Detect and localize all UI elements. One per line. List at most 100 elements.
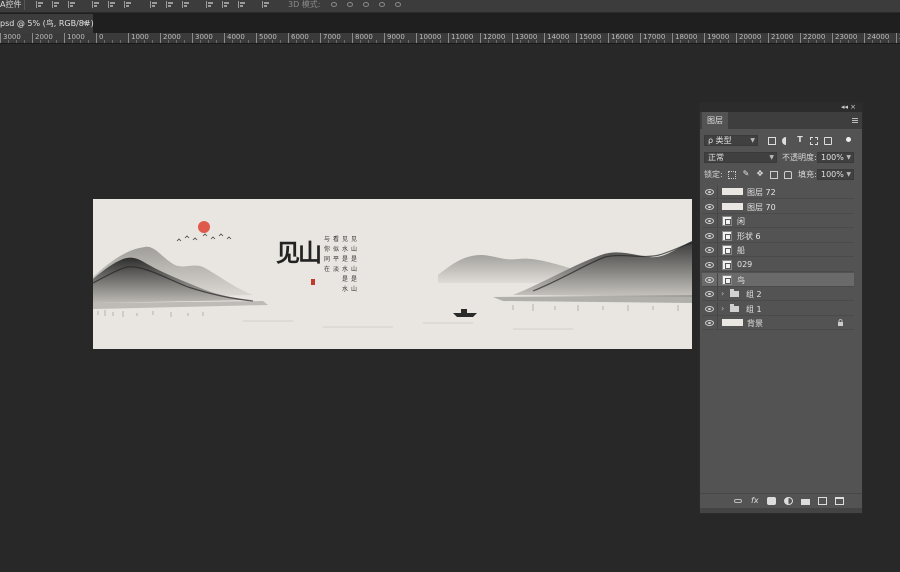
fx-icon[interactable]: fx bbox=[751, 496, 759, 506]
new-group-icon[interactable] bbox=[801, 499, 810, 505]
close-panel-icon[interactable]: × bbox=[850, 103, 856, 111]
opacity-field[interactable]: 100% ▼ bbox=[817, 152, 854, 163]
close-tab-icon[interactable]: × bbox=[81, 18, 88, 27]
ruler-minor-tick bbox=[848, 40, 849, 43]
adjustment-filter-icon[interactable] bbox=[782, 137, 790, 145]
visibility-eye-icon[interactable] bbox=[705, 320, 714, 327]
distribute-right-icon[interactable] bbox=[238, 1, 246, 8]
align-left-icon[interactable] bbox=[92, 1, 100, 8]
ruler-minor-tick bbox=[632, 40, 633, 43]
distribute-top-icon[interactable] bbox=[150, 1, 158, 8]
ruler-minor-tick bbox=[488, 40, 489, 43]
lock-icon bbox=[837, 319, 844, 327]
slide-3d-icon[interactable] bbox=[378, 1, 386, 8]
ruler-minor-tick bbox=[144, 40, 145, 43]
filter-kind-dropdown[interactable]: ρ 类型 ▼ bbox=[704, 135, 758, 146]
chevron-down-icon: ▼ bbox=[846, 171, 851, 178]
blend-row: 正常 ▼ 不透明度: 100% ▼ bbox=[700, 151, 862, 164]
add-mask-icon[interactable] bbox=[767, 497, 776, 505]
distribute-bottom-icon[interactable] bbox=[182, 1, 190, 8]
ruler-label: 3000 bbox=[3, 33, 21, 41]
filter-toggle-icon[interactable] bbox=[846, 137, 851, 142]
ruler-minor-tick bbox=[600, 40, 601, 43]
ruler-minor-tick bbox=[872, 40, 873, 43]
layer-row[interactable]: › 组 1 bbox=[702, 301, 854, 316]
collapse-panel-icon[interactable]: ◂◂ bbox=[841, 103, 848, 111]
ruler-minor-tick bbox=[344, 40, 345, 43]
ruler-minor-tick bbox=[624, 40, 625, 43]
lock-position-icon[interactable]: ✥ bbox=[756, 170, 764, 178]
visibility-eye-icon[interactable] bbox=[705, 189, 714, 195]
document-tab[interactable]: psd @ 5% (鸟, RGB/8#) × bbox=[0, 14, 94, 33]
ruler-minor-tick bbox=[712, 40, 713, 43]
document-canvas[interactable]: 见山 见山是山是山见水是水是水看似平淡与你同在 bbox=[93, 199, 692, 349]
link-layers-icon[interactable] bbox=[734, 499, 742, 503]
lock-transparent-icon[interactable] bbox=[728, 171, 736, 179]
scale-3d-icon[interactable] bbox=[394, 1, 402, 8]
auto-align-icon[interactable] bbox=[262, 1, 270, 8]
layer-row[interactable]: 029 bbox=[702, 258, 854, 272]
type-filter-icon[interactable]: T bbox=[796, 136, 804, 144]
distribute-vcenter-icon[interactable] bbox=[166, 1, 174, 8]
birds bbox=[176, 233, 232, 242]
lock-all-icon[interactable] bbox=[784, 171, 792, 179]
ruler-label: 3000 bbox=[195, 33, 213, 41]
folder-icon bbox=[730, 303, 739, 312]
layer-row[interactable]: 图层 72 bbox=[702, 185, 854, 199]
lock-image-icon[interactable]: ✎ bbox=[742, 170, 750, 178]
layer-row[interactable]: 船 bbox=[702, 243, 854, 258]
distribute-hcenter-icon[interactable] bbox=[222, 1, 230, 8]
layer-name: 船 bbox=[737, 246, 745, 256]
layer-row[interactable]: › 组 2 bbox=[702, 287, 854, 302]
poem-character: 你 bbox=[324, 245, 330, 253]
ruler-minor-tick bbox=[496, 40, 497, 43]
align-top-icon[interactable] bbox=[36, 1, 44, 8]
lock-artboard-icon[interactable] bbox=[770, 171, 778, 179]
ruler-label: 23000 bbox=[835, 33, 858, 41]
blend-mode-dropdown[interactable]: 正常 ▼ bbox=[704, 152, 777, 163]
fill-field[interactable]: 100% ▼ bbox=[817, 169, 854, 180]
grass-left bbox=[97, 310, 204, 317]
layer-row[interactable]: 形状 6 bbox=[702, 228, 854, 243]
new-adjustment-icon[interactable] bbox=[784, 497, 793, 505]
expand-chevron-icon[interactable]: › bbox=[721, 289, 724, 298]
layer-row[interactable]: 闲 bbox=[702, 214, 854, 229]
drag-3d-icon[interactable] bbox=[362, 1, 370, 8]
pixel-filter-icon[interactable] bbox=[768, 137, 776, 145]
ruler-minor-tick bbox=[336, 40, 337, 43]
ruler-minor-tick bbox=[304, 40, 305, 43]
roll-3d-icon[interactable] bbox=[346, 1, 354, 8]
align-hcenter-icon[interactable] bbox=[108, 1, 116, 8]
smart-object-filter-icon[interactable] bbox=[824, 137, 832, 145]
ruler-tick: 1000 bbox=[64, 33, 85, 43]
align-right-icon[interactable] bbox=[124, 1, 132, 8]
expand-chevron-icon[interactable]: › bbox=[721, 304, 724, 313]
visibility-eye-icon[interactable] bbox=[705, 218, 714, 225]
tab-layers[interactable]: 图层 bbox=[702, 112, 728, 129]
visibility-eye-icon[interactable] bbox=[705, 232, 714, 239]
rotate-3d-icon[interactable] bbox=[330, 1, 338, 8]
layer-row[interactable]: 鸟 bbox=[702, 272, 854, 287]
divider bbox=[717, 228, 718, 243]
visibility-eye-icon[interactable] bbox=[705, 305, 714, 312]
visibility-eye-icon[interactable] bbox=[705, 276, 714, 283]
lock-label: 锁定: bbox=[704, 170, 723, 179]
visibility-eye-icon[interactable] bbox=[705, 262, 714, 268]
shape-filter-icon[interactable] bbox=[810, 137, 818, 145]
new-layer-icon[interactable] bbox=[818, 497, 827, 505]
ruler-tick: 24000 bbox=[864, 33, 889, 43]
horizontal-ruler[interactable]: 3000 2000 1000 0 1000 2000 3000 4000 5000 6000 700… bbox=[0, 33, 900, 44]
layer-name: 鸟 bbox=[737, 275, 745, 285]
distribute-left-icon[interactable] bbox=[206, 1, 214, 8]
align-bottom-icon[interactable] bbox=[68, 1, 76, 8]
layer-row[interactable]: 背景 bbox=[702, 316, 854, 331]
delete-layer-icon[interactable] bbox=[835, 497, 844, 505]
layers-panel: ◂◂ × 图层 ρ 类型 ▼ T 正常 ▼ 不透明度: 100% ▼ 锁定: ✎ ✥ bbox=[699, 102, 863, 514]
align-vcenter-icon[interactable] bbox=[52, 1, 60, 8]
panel-menu-icon[interactable] bbox=[852, 118, 858, 123]
ruler-tick: 17000 bbox=[640, 33, 665, 43]
visibility-eye-icon[interactable] bbox=[705, 247, 714, 254]
visibility-eye-icon[interactable] bbox=[705, 203, 714, 210]
layer-row[interactable]: 图层 70 bbox=[702, 199, 854, 214]
visibility-eye-icon[interactable] bbox=[705, 291, 714, 298]
